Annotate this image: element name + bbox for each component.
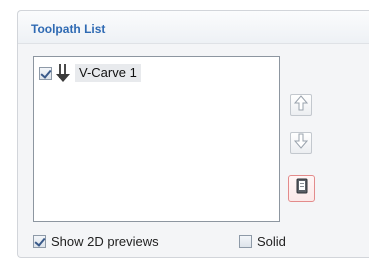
panel-title: Toolpath List <box>31 22 106 36</box>
toolpath-sheet-button[interactable] <box>288 175 315 202</box>
solid-option[interactable]: Solid <box>239 233 286 249</box>
toolpath-visibility-checkbox[interactable] <box>39 66 52 80</box>
toolpath-list[interactable]: V-Carve 1 <box>33 56 280 222</box>
arrow-down-icon <box>293 133 309 154</box>
move-down-button[interactable] <box>290 132 312 154</box>
show-2d-previews-option[interactable]: Show 2D previews <box>33 233 159 249</box>
arrow-up-icon <box>293 94 309 116</box>
solid-label[interactable]: Solid <box>257 234 286 249</box>
show-2d-previews-checkbox[interactable] <box>33 234 46 248</box>
toolpath-name[interactable]: V-Carve 1 <box>75 64 141 82</box>
solid-checkbox[interactable] <box>239 234 252 248</box>
list-item[interactable]: V-Carve 1 <box>39 63 141 83</box>
sheet-icon <box>295 178 309 199</box>
toolpath-list-panel: Toolpath List V-Carve 1 Show 2D previews… <box>17 10 369 258</box>
show-2d-previews-label[interactable]: Show 2D previews <box>51 234 159 249</box>
v-carve-tool-icon <box>55 63 73 83</box>
move-up-button[interactable] <box>290 94 312 116</box>
panel-header: Toolpath List <box>18 11 369 44</box>
